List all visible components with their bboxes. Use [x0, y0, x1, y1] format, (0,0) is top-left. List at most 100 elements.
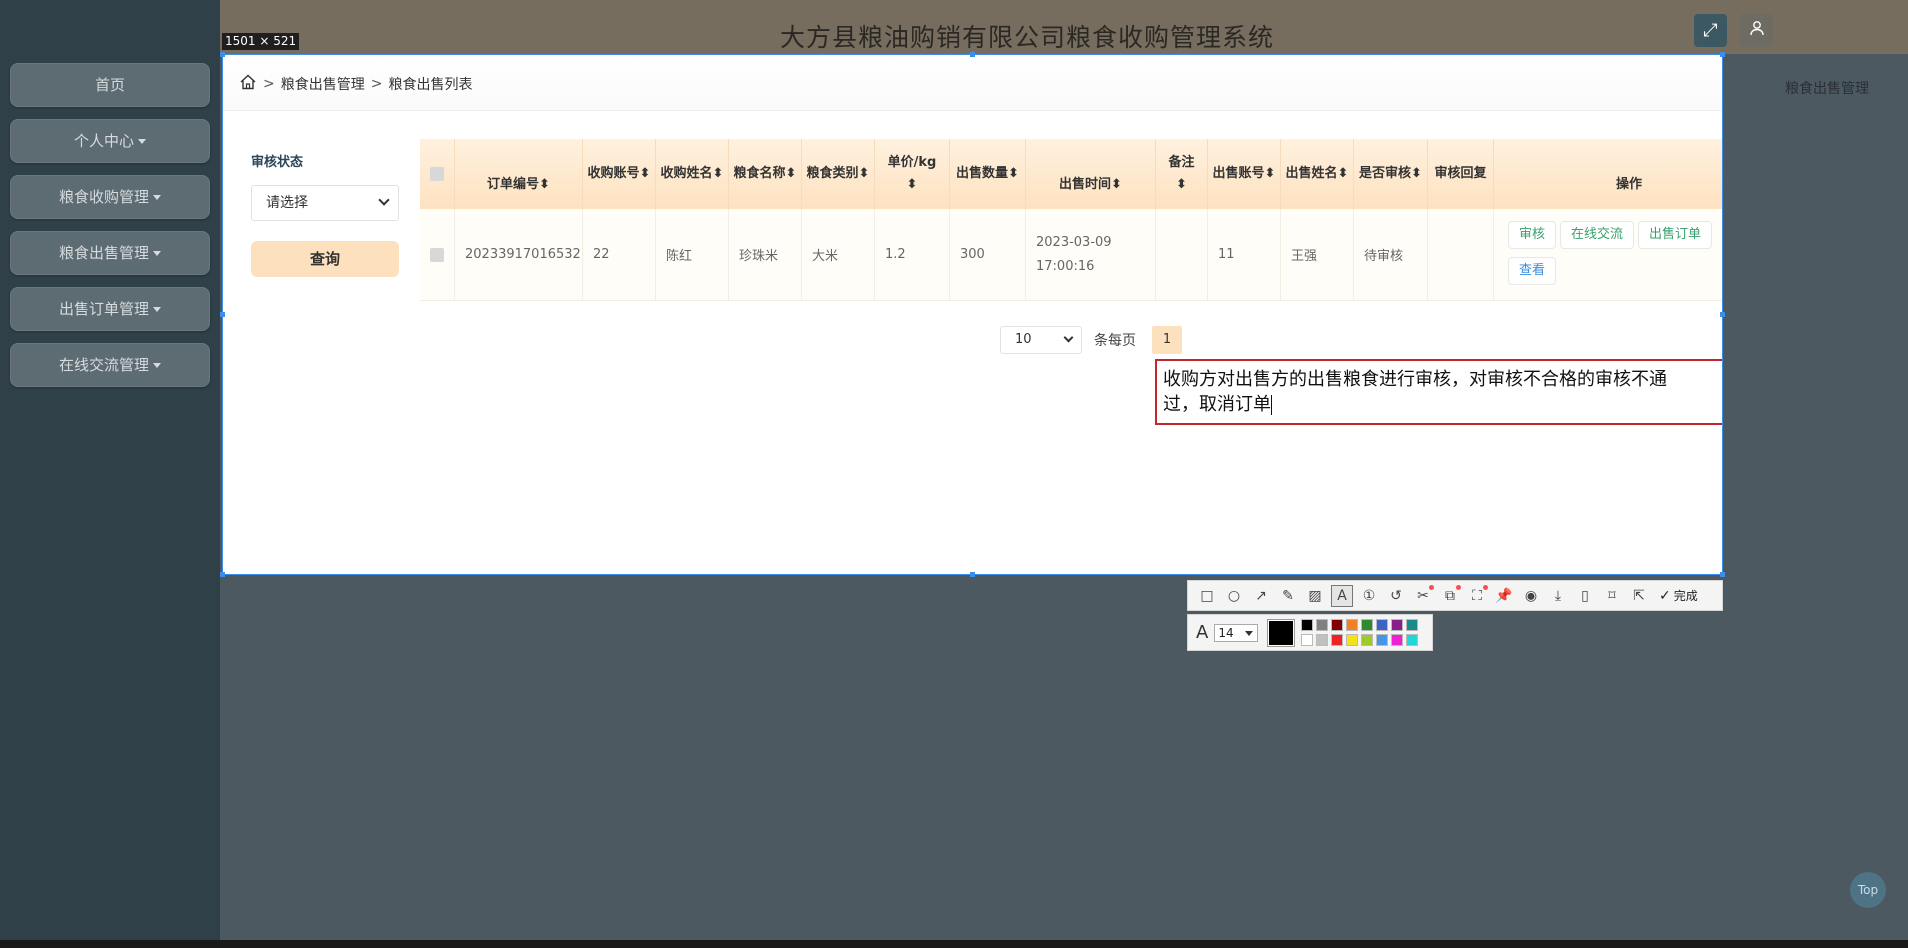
sort-icon[interactable]: ⬍ — [713, 166, 724, 181]
color-swatch[interactable] — [1301, 619, 1314, 631]
arrow-icon[interactable]: ↗ — [1250, 585, 1272, 607]
search-button[interactable]: 查询 — [251, 241, 399, 277]
capture-selection[interactable]: > 粮食出售管理 > 粮食出售列表 审核状态 请选择 查询 订单编号 ⬍ 收购账号… — [222, 54, 1723, 575]
sort-icon[interactable]: ⬍ — [1338, 166, 1349, 181]
column-header[interactable]: 粮食名称⬍ — [729, 139, 802, 209]
ocr-icon[interactable]: ⧉ — [1439, 584, 1461, 607]
resize-handle[interactable] — [970, 52, 975, 57]
phone-icon[interactable]: ▯ — [1574, 585, 1596, 607]
column-header[interactable]: 粮食类别⬍ — [802, 139, 875, 209]
breadcrumb: > 粮食出售管理 > 粮食出售列表 — [223, 55, 1722, 111]
review-button[interactable]: 审核 — [1508, 221, 1557, 249]
resize-handle[interactable] — [1720, 312, 1725, 317]
column-header[interactable]: 出售姓名⬍ — [1281, 139, 1354, 209]
column-header[interactable]: 收购账号⬍ — [583, 139, 656, 209]
color-swatch[interactable] — [1376, 619, 1389, 631]
column-header[interactable]: 订单编号 ⬍ — [455, 139, 583, 209]
back-to-top-button[interactable]: Top — [1850, 872, 1886, 908]
current-color-swatch[interactable] — [1267, 618, 1296, 647]
record-icon[interactable]: ◉ — [1520, 585, 1542, 607]
resize-handle[interactable] — [1720, 52, 1725, 57]
rectangle-icon[interactable]: □ — [1196, 585, 1218, 607]
long-screenshot-icon[interactable]: ⛶ — [1466, 584, 1488, 607]
color-swatch[interactable] — [1316, 634, 1329, 646]
column-header[interactable]: 出售数量⬍ — [950, 139, 1026, 209]
number-marker-icon[interactable]: ① — [1358, 585, 1380, 607]
done-button[interactable]: ✓ 完成 — [1659, 587, 1698, 604]
header-select-all[interactable] — [420, 139, 455, 209]
sidebar-item-personal-center[interactable]: 个人中心 — [10, 119, 210, 163]
chevron-down-icon — [378, 194, 390, 206]
scissors-icon[interactable]: ✂ — [1412, 584, 1434, 607]
mosaic-icon[interactable]: ▨ — [1304, 585, 1326, 607]
sidebar-item-home[interactable]: 首页 — [10, 63, 210, 107]
text-icon[interactable]: A — [1331, 584, 1353, 607]
sort-icon[interactable]: ⬍ — [1111, 174, 1122, 196]
color-swatch[interactable] — [1361, 634, 1374, 646]
color-swatch[interactable] — [1361, 619, 1374, 631]
ellipse-icon[interactable]: ○ — [1223, 585, 1245, 607]
sidebar-item-sale-orders[interactable]: 出售订单管理 — [10, 287, 210, 331]
resize-handle[interactable] — [1720, 572, 1725, 577]
sidebar-item-online-chat[interactable]: 在线交流管理 — [10, 343, 210, 387]
header-breadcrumb: 粮食出售管理 — [1785, 81, 1869, 97]
color-swatch[interactable] — [1406, 619, 1419, 631]
color-swatch[interactable] — [1406, 634, 1419, 646]
table-cell — [1156, 209, 1208, 301]
column-header[interactable]: 是否审核⬍ — [1354, 139, 1428, 209]
column-header[interactable]: 出售账号⬍ — [1208, 139, 1281, 209]
pin-icon[interactable]: 📌 — [1493, 585, 1515, 607]
color-swatch[interactable] — [1346, 634, 1359, 646]
user-icon[interactable] — [1740, 14, 1773, 47]
color-swatch[interactable] — [1376, 634, 1389, 646]
column-header[interactable]: 单价/kg ⬍ — [875, 139, 950, 209]
download-icon[interactable]: ⤓ — [1547, 585, 1569, 607]
view-button[interactable]: 查看 — [1508, 257, 1557, 285]
resize-handle[interactable] — [220, 312, 225, 317]
cursor-icon[interactable]: ⇱ — [1628, 585, 1650, 607]
page-number[interactable]: 1 — [1152, 326, 1182, 354]
sort-icon[interactable]: ⬍ — [786, 166, 797, 181]
color-swatch[interactable] — [1391, 619, 1404, 631]
sort-icon[interactable]: ⬍ — [859, 166, 870, 181]
sidebar-item-grain-purchase[interactable]: 粮食收购管理 — [10, 175, 210, 219]
sort-icon[interactable]: ⬍ — [907, 177, 918, 192]
color-swatch[interactable] — [1301, 634, 1314, 646]
sort-icon[interactable]: ⬍ — [640, 166, 651, 181]
sort-icon[interactable]: ⬍ — [1411, 166, 1422, 181]
check-icon: ✓ — [1659, 587, 1671, 604]
bookmark-icon[interactable]: ⌑ — [1601, 585, 1623, 607]
breadcrumb-level1[interactable]: 粮食出售管理 — [281, 74, 365, 94]
column-header[interactable]: 出售时间 ⬍ — [1026, 139, 1156, 209]
fullscreen-icon[interactable]: ⤢ — [1694, 14, 1727, 47]
font-size-select[interactable]: 14 — [1214, 623, 1259, 642]
page-size-select[interactable]: 10 — [1000, 326, 1082, 354]
actions-cell: 审核 在线交流 出售订单 查看 — [1494, 209, 1722, 301]
select-all-checkbox[interactable] — [430, 167, 444, 181]
chat-button[interactable]: 在线交流 — [1560, 221, 1635, 249]
sidebar-item-grain-sale[interactable]: 粮食出售管理 — [10, 231, 210, 275]
sort-icon[interactable]: ⬍ — [1265, 166, 1276, 181]
resize-handle[interactable] — [970, 572, 975, 577]
row-select[interactable] — [420, 209, 455, 301]
color-swatch[interactable] — [1331, 619, 1344, 631]
annotation-textbox[interactable]: 收购方对出售方的出售粮食进行审核，对审核不合格的审核不通 过，取消订单 — [1155, 359, 1722, 425]
column-header[interactable]: 收购姓名⬍ — [656, 139, 729, 209]
sort-icon[interactable]: ⬍ — [539, 174, 550, 196]
resize-handle[interactable] — [220, 52, 225, 57]
color-swatch[interactable] — [1316, 619, 1329, 631]
undo-icon[interactable]: ↺ — [1385, 585, 1407, 607]
row-checkbox[interactable] — [430, 247, 444, 262]
status-select[interactable]: 请选择 — [251, 185, 399, 221]
sort-icon[interactable]: ⬍ — [1008, 166, 1019, 181]
color-swatch[interactable] — [1331, 634, 1344, 646]
color-swatch[interactable] — [1391, 634, 1404, 646]
home-icon[interactable] — [239, 73, 257, 95]
pen-icon[interactable]: ✎ — [1277, 585, 1299, 607]
color-swatch[interactable] — [1346, 619, 1359, 631]
column-header[interactable]: 备注 ⬍ — [1156, 139, 1208, 209]
column-header: 审核回复 — [1428, 139, 1494, 209]
resize-handle[interactable] — [220, 572, 225, 577]
sale-order-button[interactable]: 出售订单 — [1638, 221, 1713, 249]
sort-icon[interactable]: ⬍ — [1176, 177, 1187, 192]
